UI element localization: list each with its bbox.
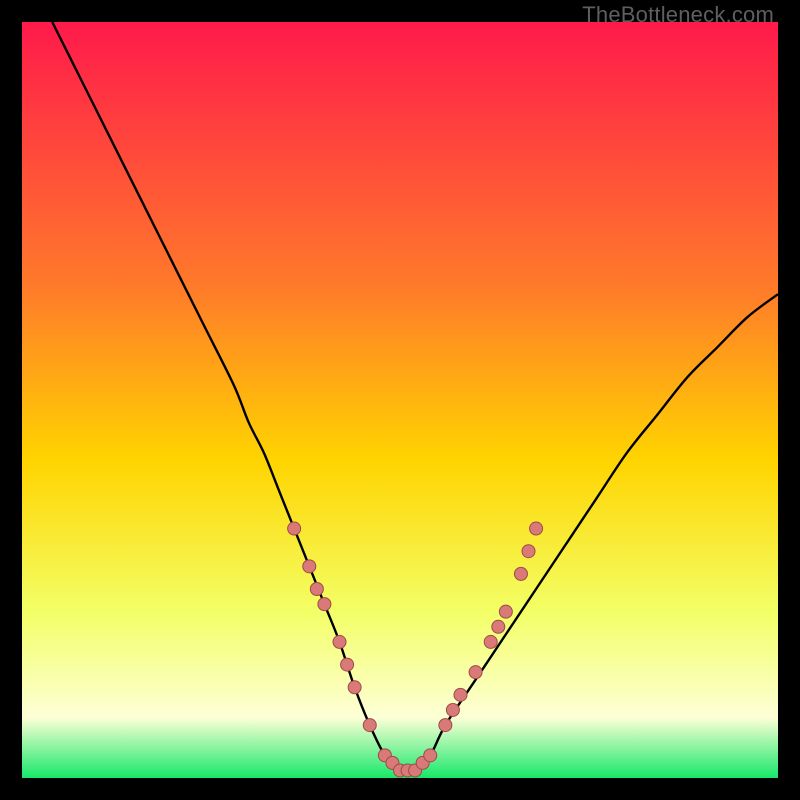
gradient-background xyxy=(22,22,778,778)
curve-marker xyxy=(363,719,376,732)
curve-marker xyxy=(484,635,497,648)
curve-marker xyxy=(499,605,512,618)
curve-marker xyxy=(439,719,452,732)
curve-marker xyxy=(446,703,459,716)
curve-marker xyxy=(522,545,535,558)
bottleneck-chart xyxy=(22,22,778,778)
chart-frame xyxy=(22,22,778,778)
curve-marker xyxy=(424,749,437,762)
curve-marker xyxy=(530,522,543,535)
curve-marker xyxy=(514,567,527,580)
curve-marker xyxy=(469,666,482,679)
curve-marker xyxy=(341,658,354,671)
curve-marker xyxy=(333,635,346,648)
curve-marker xyxy=(288,522,301,535)
curve-marker xyxy=(492,620,505,633)
curve-marker xyxy=(303,560,316,573)
curve-marker xyxy=(454,688,467,701)
curve-marker xyxy=(348,681,361,694)
curve-marker xyxy=(310,583,323,596)
curve-marker xyxy=(318,598,331,611)
